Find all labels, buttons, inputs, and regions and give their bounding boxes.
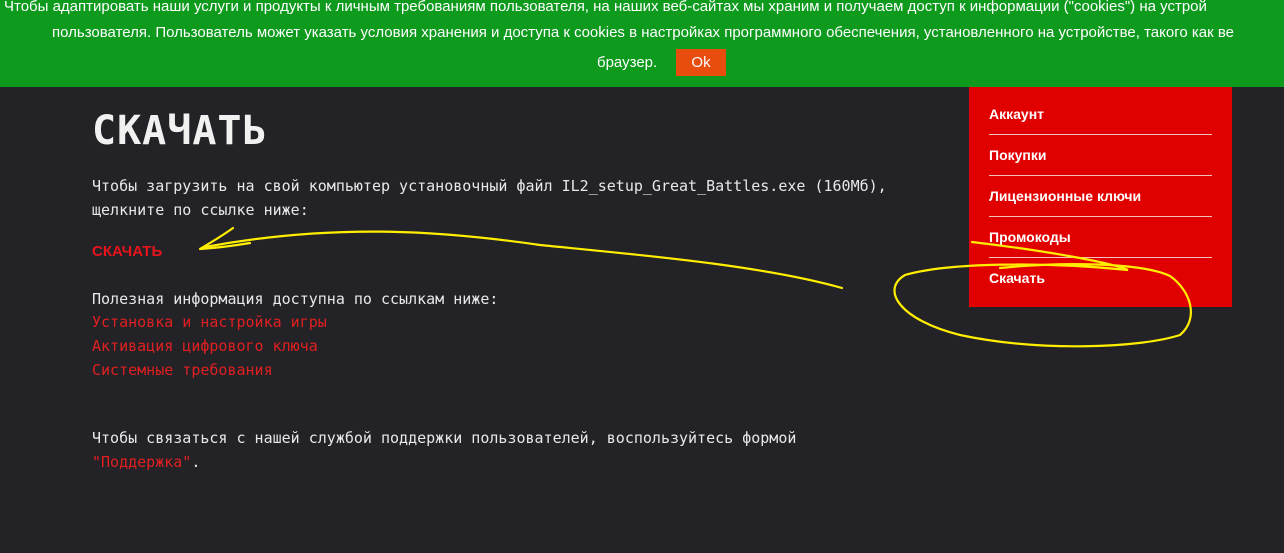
cookie-text-line-1: Чтобы адаптировать наши услуги и продукт… — [4, 0, 1207, 15]
cookie-ok-button[interactable]: Ok — [676, 49, 726, 76]
menu-item-promo-codes[interactable]: Промокоды — [989, 217, 1212, 258]
support-text-end: . — [191, 453, 201, 471]
link-system-requirements[interactable]: Системные требования — [92, 358, 327, 382]
cookie-banner: Чтобы адаптировать наши услуги и продукт… — [0, 0, 1284, 87]
cookie-text-line-3: браузер. — [597, 54, 658, 71]
menu-item-account[interactable]: Аккаунт — [989, 94, 1212, 135]
link-key-activation[interactable]: Активация цифрового ключа — [92, 334, 327, 358]
download-intro-text: Чтобы загрузить на свой компьютер устано… — [92, 177, 887, 219]
download-link[interactable]: СКАЧАТЬ — [92, 243, 162, 260]
support-text: Чтобы связаться с нашей службой поддержк… — [92, 426, 912, 474]
support-text-lead: Чтобы связаться с нашей службой поддержк… — [92, 429, 797, 447]
support-link[interactable]: "Поддержка" — [92, 453, 191, 471]
cookie-text-line-2: пользователя. Пользователь может указать… — [52, 24, 1234, 41]
menu-item-license-keys[interactable]: Лицензионные ключи — [989, 176, 1212, 217]
help-links-list: Установка и настройка игры Активация циф… — [92, 310, 327, 382]
useful-info-text: Полезная информация доступна по ссылкам … — [92, 290, 499, 308]
annotation-arrow-head — [198, 226, 252, 251]
menu-item-purchases[interactable]: Покупки — [989, 135, 1212, 176]
page-title: СКАЧАТЬ — [92, 108, 268, 154]
menu-item-download[interactable]: Скачать — [989, 258, 1212, 299]
link-install-setup[interactable]: Установка и настройка игры — [92, 310, 327, 334]
annotation-arrow-line — [203, 230, 844, 290]
account-side-menu: Аккаунт Покупки Лицензионные ключи Промо… — [969, 87, 1232, 307]
